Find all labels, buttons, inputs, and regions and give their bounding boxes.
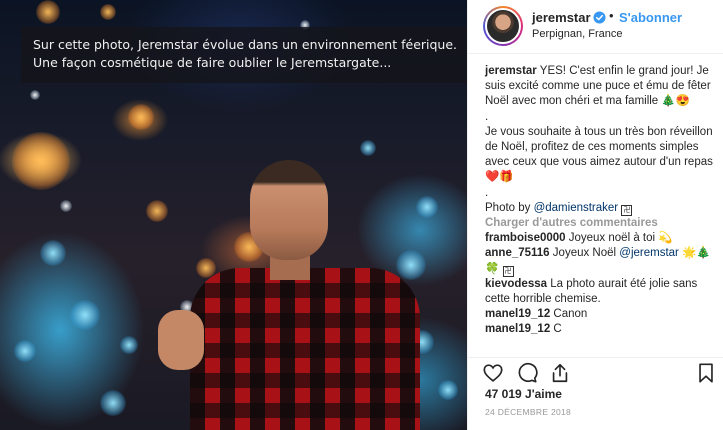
heart-icon[interactable] bbox=[482, 362, 504, 384]
bokeh-light bbox=[100, 4, 116, 20]
hand bbox=[158, 310, 204, 370]
action-bar bbox=[468, 357, 723, 383]
photo-overlay-caption: Sur cette photo, Jeremstar évolue dans u… bbox=[21, 27, 467, 83]
head bbox=[250, 160, 328, 260]
bokeh-light bbox=[36, 0, 60, 24]
comment-row: manel19_12 Canon bbox=[485, 307, 715, 322]
bokeh-light bbox=[12, 132, 70, 190]
bokeh-light bbox=[128, 104, 154, 130]
comment-username[interactable]: anne_75116 bbox=[485, 247, 550, 259]
location-link[interactable]: Perpignan, France bbox=[532, 28, 623, 40]
comment-text: Joyeux Noël bbox=[552, 247, 620, 260]
comment-username[interactable]: manel19_12 bbox=[485, 323, 550, 335]
caption-dot-2: . bbox=[485, 186, 489, 199]
comment-row: manel19_12 C bbox=[485, 322, 715, 337]
emoji-chip: 卍 bbox=[621, 204, 633, 216]
comment-row: framboise0000 Joyeux noël à toi 💫 bbox=[485, 231, 715, 246]
overlay-line-2: Une façon cosmétique de faire oublier le… bbox=[33, 55, 392, 70]
comment-username[interactable]: kievodessa bbox=[485, 278, 547, 290]
bokeh-light bbox=[40, 240, 66, 266]
post-date[interactable]: 24 DÉCEMBRE 2018 bbox=[485, 407, 571, 417]
comment-icon[interactable] bbox=[516, 362, 538, 384]
comment-text: C bbox=[553, 323, 562, 336]
post-header: jeremstar • S'abonner Perpignan, France bbox=[468, 0, 723, 54]
post-photo[interactable]: Sur cette photo, Jeremstar évolue dans u… bbox=[0, 0, 467, 430]
bokeh-light bbox=[30, 90, 40, 100]
photo-credit-prefix: Photo by bbox=[485, 201, 534, 214]
overlay-line-1: Sur cette photo, Jeremstar évolue dans u… bbox=[33, 37, 458, 52]
avatar[interactable] bbox=[485, 8, 521, 44]
share-icon[interactable] bbox=[549, 362, 571, 384]
comment-text: Joyeux noël à toi 💫 bbox=[568, 232, 673, 245]
photographer-mention[interactable]: @damienstraker bbox=[534, 202, 619, 214]
post-side-panel: jeremstar • S'abonner Perpignan, France … bbox=[467, 0, 723, 430]
plaid-shirt bbox=[190, 268, 420, 430]
like-count[interactable]: 47 019 J'aime bbox=[485, 387, 562, 401]
comment-row: anne_75116 Joyeux Noël @jeremstar 🌟🎄🍀 卍 bbox=[485, 246, 715, 277]
emoji-chip: 卍 bbox=[502, 265, 514, 277]
load-more-comments-button[interactable]: Charger d'autres commentaires bbox=[485, 216, 715, 231]
comments-section: jeremstar YES! C'est enfin le grand jour… bbox=[485, 64, 715, 338]
caption-text-2: Je vous souhaite à tous un très bon réve… bbox=[485, 125, 713, 184]
bookmark-icon[interactable] bbox=[695, 362, 717, 384]
comment-username[interactable]: manel19_12 bbox=[485, 308, 550, 320]
person-figure bbox=[150, 150, 450, 430]
bokeh-light bbox=[70, 300, 100, 330]
comment-mention[interactable]: @jeremstar bbox=[619, 247, 679, 259]
follow-button[interactable]: S'abonner bbox=[619, 10, 682, 25]
header-username[interactable]: jeremstar bbox=[532, 10, 591, 25]
bokeh-light bbox=[14, 340, 36, 362]
bokeh-light bbox=[60, 200, 72, 212]
caption-dot-1: . bbox=[485, 110, 489, 123]
caption: jeremstar YES! C'est enfin le grand jour… bbox=[485, 64, 715, 216]
caption-username[interactable]: jeremstar bbox=[485, 65, 537, 77]
bokeh-light bbox=[120, 336, 138, 354]
comment-username[interactable]: framboise0000 bbox=[485, 232, 566, 244]
verified-badge-icon bbox=[593, 11, 606, 24]
comment-row: kievodessa La photo aurait été jolie san… bbox=[485, 277, 715, 307]
bokeh-light bbox=[100, 390, 126, 416]
header-separator: • bbox=[609, 8, 614, 23]
story-ring[interactable] bbox=[483, 6, 523, 46]
comment-text: Canon bbox=[553, 308, 588, 321]
